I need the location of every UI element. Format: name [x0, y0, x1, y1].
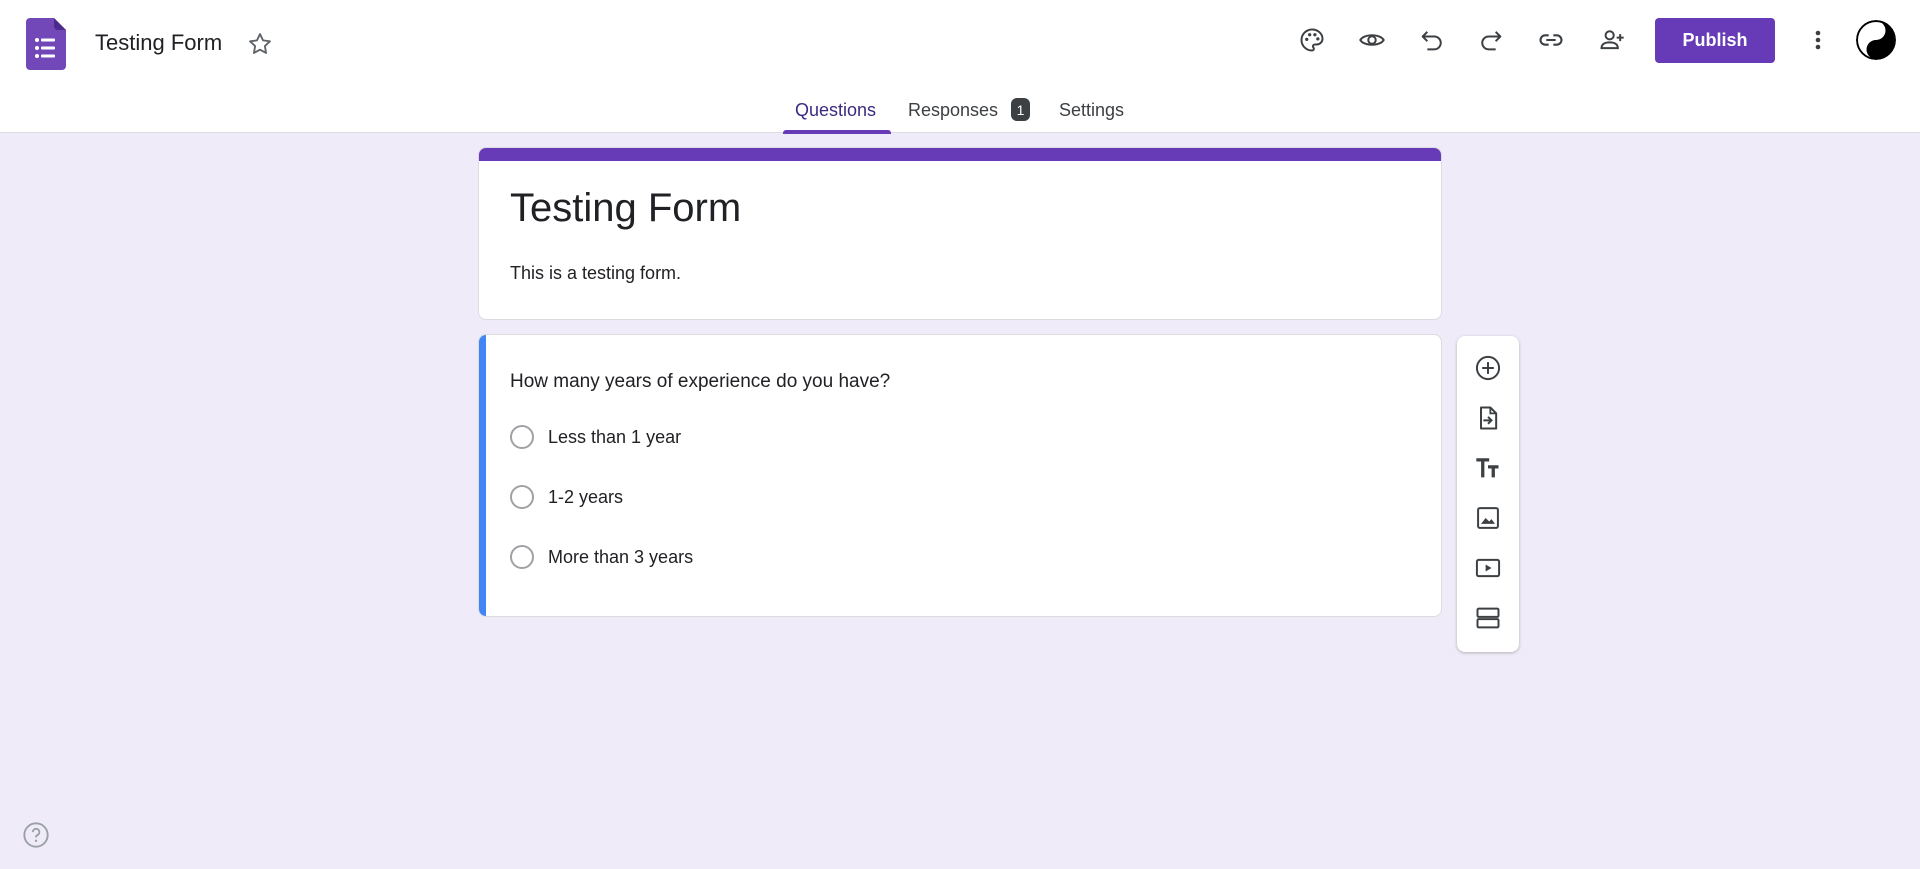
- palette-icon[interactable]: [1292, 20, 1332, 60]
- form-tabs: Questions Responses Settings: [0, 96, 1920, 133]
- preview-eye-icon[interactable]: [1352, 20, 1392, 60]
- tab-responses[interactable]: Responses: [908, 100, 998, 133]
- document-title[interactable]: Testing Form: [95, 30, 222, 56]
- active-tab-indicator: [783, 130, 891, 134]
- forms-logo-icon[interactable]: [26, 18, 66, 70]
- help-icon[interactable]: [22, 821, 50, 849]
- radio-icon[interactable]: [510, 425, 534, 449]
- add-image-icon[interactable]: [1468, 498, 1508, 538]
- radio-icon[interactable]: [510, 485, 534, 509]
- add-question-icon[interactable]: [1468, 348, 1508, 388]
- question-title[interactable]: How many years of experience do you have…: [510, 371, 890, 393]
- app-header: Testing Form Publish Questions Responses…: [0, 0, 1920, 134]
- option-label: More than 3 years: [548, 546, 694, 567]
- tab-questions[interactable]: Questions: [795, 100, 876, 133]
- star-icon[interactable]: [246, 30, 274, 58]
- avatar[interactable]: [1856, 20, 1896, 60]
- add-collaborator-icon[interactable]: [1592, 20, 1632, 60]
- question-focus-indicator: [479, 335, 486, 616]
- responses-count-badge: 1: [1011, 98, 1030, 121]
- more-vert-icon[interactable]: [1800, 20, 1836, 60]
- option-label: Less than 1 year: [548, 426, 682, 447]
- link-icon[interactable]: [1531, 20, 1571, 60]
- radio-icon[interactable]: [510, 545, 534, 569]
- option-label: 1-2 years: [548, 486, 624, 507]
- import-questions-icon[interactable]: [1468, 398, 1508, 438]
- undo-icon[interactable]: [1412, 20, 1452, 60]
- add-section-icon[interactable]: [1468, 598, 1508, 638]
- floating-toolbar: [1457, 336, 1519, 652]
- option-item[interactable]: 1-2 years: [510, 484, 623, 510]
- tab-settings[interactable]: Settings: [1059, 100, 1124, 133]
- form-title[interactable]: Testing Form: [510, 186, 741, 231]
- question-card[interactable]: How many years of experience do you have…: [478, 334, 1442, 617]
- form-title-card[interactable]: Testing Form This is a testing form.: [478, 147, 1442, 320]
- add-title-icon[interactable]: [1468, 448, 1508, 488]
- add-video-icon[interactable]: [1468, 548, 1508, 588]
- option-item[interactable]: More than 3 years: [510, 544, 693, 570]
- redo-icon[interactable]: [1471, 20, 1511, 60]
- title-card-accent-bar: [479, 148, 1441, 161]
- publish-button[interactable]: Publish: [1655, 18, 1775, 63]
- form-description[interactable]: This is a testing form.: [510, 263, 681, 284]
- option-item[interactable]: Less than 1 year: [510, 424, 681, 450]
